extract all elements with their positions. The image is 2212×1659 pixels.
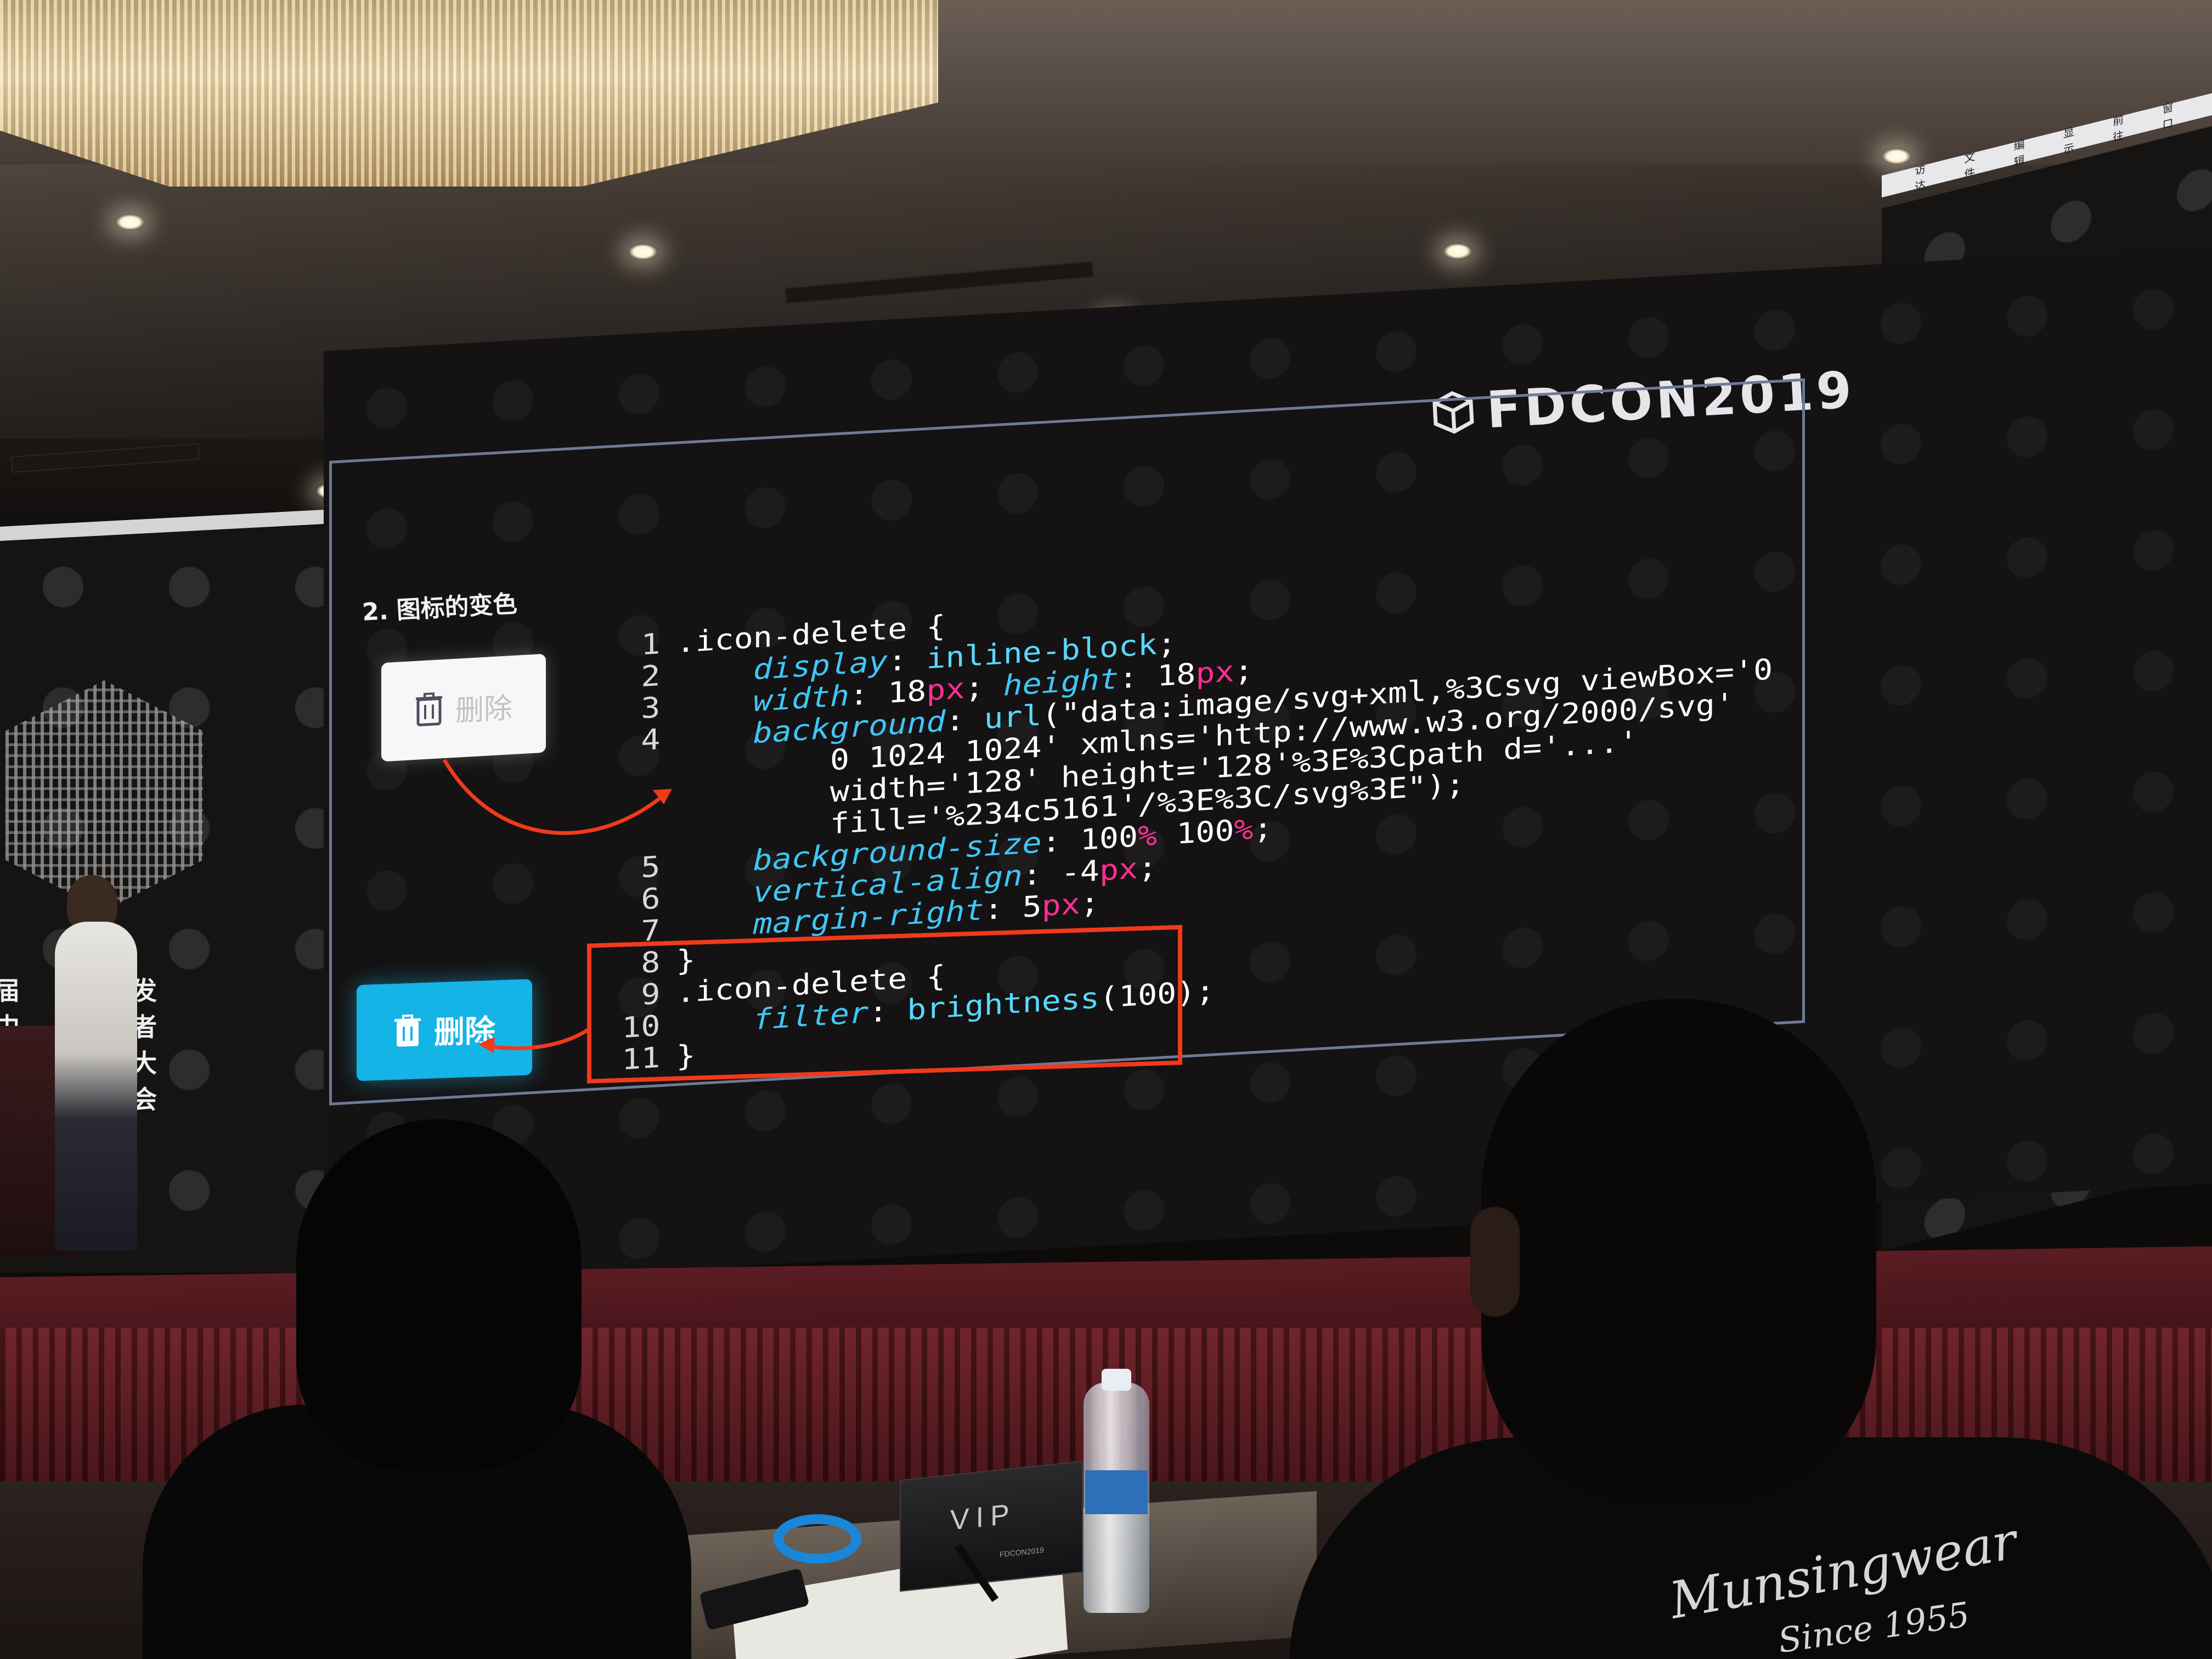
code-token: 5 xyxy=(1022,890,1042,924)
line-number xyxy=(617,781,660,783)
name-card: VIP FDCON2019 xyxy=(900,1460,1083,1592)
menubar-item: 访达 xyxy=(1915,163,1926,194)
line-number: 6 xyxy=(641,882,661,917)
menubar-item: 前往 xyxy=(2113,114,2124,145)
code-token: 100 xyxy=(1176,814,1234,851)
lanyard xyxy=(774,1514,861,1564)
code-token: % xyxy=(1138,819,1158,854)
highlight-box xyxy=(587,924,1182,1084)
code-token: : xyxy=(1119,660,1158,696)
trash-icon xyxy=(415,692,443,727)
code-token: px xyxy=(1041,887,1080,923)
code-token: ; xyxy=(964,669,1003,706)
code-token: : xyxy=(888,642,927,678)
name-card-brand: FDCON2019 xyxy=(1000,1545,1044,1559)
menubar-item: 显示 xyxy=(2063,126,2074,157)
code-token: px xyxy=(1099,852,1138,888)
code-token: ; xyxy=(1080,886,1099,921)
code-token: : xyxy=(1041,823,1080,860)
menubar-item: 文件 xyxy=(1964,150,1976,182)
menubar-item: 编辑 xyxy=(2013,138,2025,170)
code-token: 18 xyxy=(888,674,927,710)
name-card-text: VIP xyxy=(950,1498,1016,1537)
code-token: ; xyxy=(1138,851,1158,885)
audience-head-right xyxy=(1481,998,1876,1503)
code-token: 18 xyxy=(1157,657,1196,693)
code-token: : xyxy=(945,702,984,738)
conference-photo: 届中 发者大会 访达文件编辑显示前往窗口帮助 第四 FDCON2019 2. 图… xyxy=(0,0,2212,1659)
delete-button-before: 删除 xyxy=(381,653,546,762)
code-token: % xyxy=(1234,813,1254,848)
code-token: -4 xyxy=(1060,854,1099,890)
ceiling-light xyxy=(115,214,145,230)
line-number: 5 xyxy=(641,850,661,885)
delete-label: 删除 xyxy=(434,1013,495,1051)
line-number xyxy=(617,844,660,847)
code-token: { xyxy=(907,610,946,645)
ear xyxy=(1470,1207,1520,1317)
bottle-cap xyxy=(1102,1369,1131,1391)
ceiling-light xyxy=(1443,243,1472,259)
line-number xyxy=(617,812,660,815)
line-number: 2 xyxy=(641,659,661,694)
code-token: ; xyxy=(1253,811,1273,847)
ceiling-light xyxy=(628,244,658,260)
code-token: ; xyxy=(1234,654,1254,689)
ceiling-light xyxy=(1882,148,1911,165)
trash-icon xyxy=(393,1014,422,1049)
line-number: 1 xyxy=(641,628,661,662)
code-token: px xyxy=(1195,655,1234,691)
code-token: px xyxy=(926,672,965,708)
code-token: 100 xyxy=(1080,820,1138,857)
code-token: ; xyxy=(1157,627,1177,662)
delete-label: 删除 xyxy=(455,691,512,728)
delete-button-after: 删除 xyxy=(357,979,532,1081)
code-token: : xyxy=(849,676,888,713)
code-token: url xyxy=(984,699,1042,736)
menubar-item: 窗口 xyxy=(2162,101,2174,132)
code-token: : xyxy=(1022,857,1061,893)
speaker xyxy=(55,922,137,1251)
audience-head-left xyxy=(296,1119,582,1470)
line-number: 4 xyxy=(641,723,661,758)
bottle-label xyxy=(1085,1470,1148,1514)
code-token: : xyxy=(984,891,1023,927)
line-number: 3 xyxy=(641,691,661,726)
